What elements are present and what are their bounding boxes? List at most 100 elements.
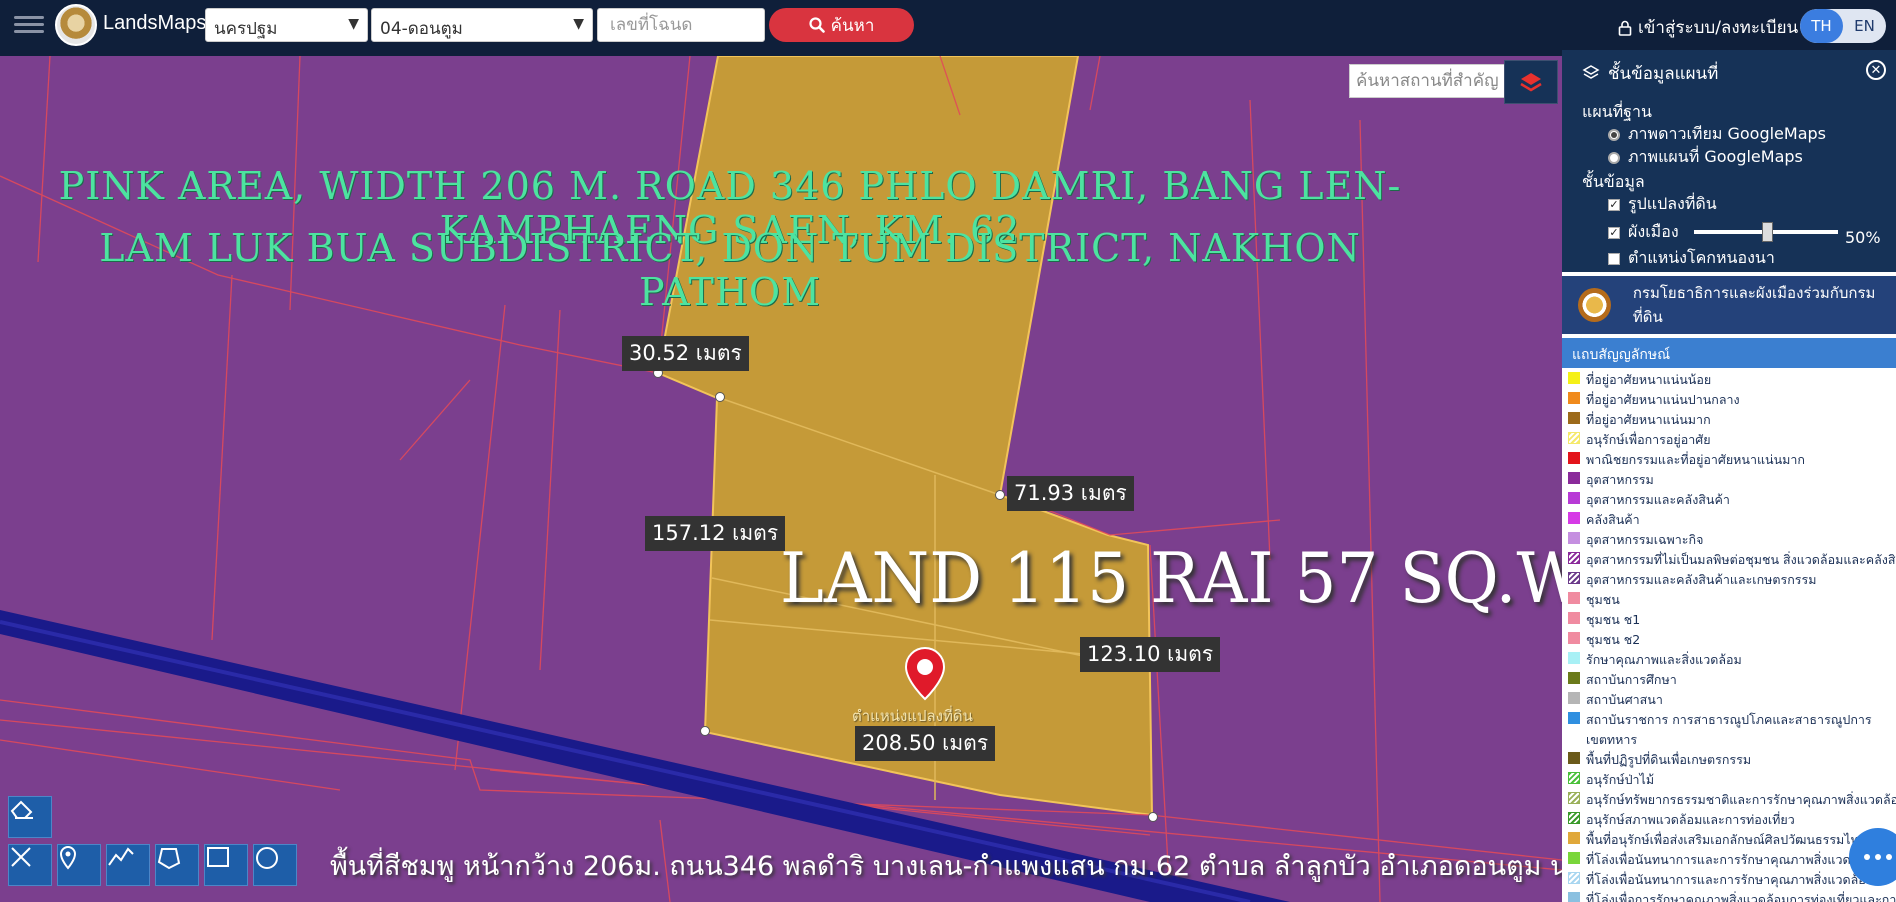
deed-number-input[interactable] [597,8,765,42]
chevron-down-icon: ▼ [573,16,584,32]
land-area-caption: LAND 115 RAI 57 SQ.W. [780,538,1562,619]
legend-swatch [1568,652,1580,664]
department-name: กรมโยธาธิการและผังเมืองร่วมกับกรมที่ดิน [1632,284,1876,326]
legend-item: สถาบันการศึกษา [1562,670,1896,690]
legend-label: พื้นที่อนุรักษ์เพื่อส่งเสริมเอกลักษณ์ศิล… [1586,832,1867,847]
layer-landmark-label: ตำแหน่งโคกหนองนา [1628,248,1775,267]
map-marker-icon [59,845,77,870]
eraser-tool-button[interactable] [8,796,52,838]
search-button[interactable]: ค้นหา [769,8,914,42]
layer-parcel-label: รูปแปลงที่ดิน [1628,194,1717,213]
legend-swatch [1568,492,1580,504]
legend-item: อุตสาหกรรมเฉพาะกิจ [1562,530,1896,550]
radio-unselected[interactable] [1608,151,1620,164]
legend-item: อนุรักษ์สภาพแวดล้อมและการท่องเที่ยว [1562,810,1896,830]
legend-swatch [1568,632,1580,644]
measure-label: 30.52 เมตร [622,336,749,371]
pin-label: ตำแหน่งแปลงที่ดิน [852,707,973,725]
legend-item: ที่อยู่อาศัยหนาแน่นน้อย [1562,370,1896,390]
opacity-value: 50% [1845,228,1881,247]
province-value: นครปฐม [214,19,278,39]
legend-label: อุตสาหกรรม [1586,472,1654,487]
legend-label: ที่อยู่อาศัยหนาแน่นมาก [1586,412,1711,427]
layer-parcel-option[interactable]: ✓ รูปแปลงที่ดิน [1608,192,1717,217]
legend-swatch [1568,412,1580,424]
menu-icon[interactable] [14,12,44,38]
legend-label: สถาบันศาสนา [1586,692,1663,707]
legend-label: ที่โล่งเพื่อการรักษาคุณภาพสิ่งแวดล้อมการ… [1586,892,1896,902]
rectangle-tool-button[interactable] [204,844,248,886]
legend-swatch [1568,532,1580,544]
layer-toggle-button[interactable] [1504,60,1558,104]
polyline-tool-button[interactable] [106,844,150,886]
close-icon[interactable]: ✕ [1866,60,1886,80]
layer-cityplan-option[interactable]: ✓ ผังเมือง [1608,220,1679,245]
layers-icon [1520,73,1542,92]
circle-tool-button[interactable] [253,844,297,886]
opacity-slider-thumb[interactable] [1762,222,1773,242]
circle-icon [256,847,278,869]
district-select[interactable]: 04-ดอนตูม ▼ [371,8,593,42]
landsmaps-app: LandsMaps นครปฐม ▼ 04-ดอนตูม ▼ ค้นหา เข้… [0,0,1896,902]
legend-swatch [1568,792,1580,804]
map-canvas[interactable]: PINK AREA, WIDTH 206 M. ROAD 346 PHLO DA… [0,56,1562,902]
legend-label: ที่โล่งเพื่อนันทนาการและการรักษาคุณภาพสิ… [1586,872,1874,887]
place-search-input[interactable] [1349,64,1505,98]
legend-item: อุตสาหกรรมและคลังสินค้า [1562,490,1896,510]
legend-swatch [1568,872,1580,884]
basemap-map-option[interactable]: ภาพแผนที่ GoogleMaps [1608,145,1803,170]
district-value: 04-ดอนตูม [380,19,463,39]
top-bar: LandsMaps นครปฐม ▼ 04-ดอนตูม ▼ ค้นหา เข้… [0,0,1896,56]
legend-label: ชุมชน ช1 [1586,612,1641,627]
legend-label: ชุมชน ช2 [1586,632,1641,647]
legend-item: รักษาคุณภาพและสิ่งแวดล้อม [1562,650,1896,670]
legend-label: อนุรักษ์ป่าไม้ [1586,772,1655,787]
rectangle-icon [207,847,229,867]
marker-tool-button[interactable] [57,844,101,886]
login-link[interactable]: เข้าสู่ระบบ/ลงทะเบียน [1618,14,1798,41]
legend-swatch [1568,552,1580,564]
map-overlay-title-2: LAM LUK BUA SUBDISTRICT, DON TUM DISTRIC… [99,226,1361,314]
layer-landmark-option[interactable]: ตำแหน่งโคกหนองนา [1608,246,1775,271]
ruler-icon [11,847,31,867]
checkbox-unchecked[interactable] [1608,252,1620,265]
measure-tool-button[interactable] [8,844,52,886]
legend-swatch [1568,512,1580,524]
search-icon [809,17,825,33]
legend-swatch [1568,592,1580,604]
legend-label: อุตสาหกรรมและคลังสินค้า [1586,492,1730,507]
layer-panel-title: ชั้นข้อมูลแผนที่ [1608,63,1719,84]
legend-item: ที่โล่งเพื่อการรักษาคุณภาพสิ่งแวดล้อมการ… [1562,890,1896,902]
lang-th-button[interactable]: TH [1800,9,1843,43]
more-icon [1864,854,1892,860]
polyline-icon [108,847,134,866]
measure-label: 71.93 เมตร [1007,476,1134,511]
legend-item: อนุรักษ์ป่าไม้ [1562,770,1896,790]
province-select[interactable]: นครปฐม ▼ [205,8,368,42]
polygon-tool-button[interactable] [155,844,199,886]
legend-item: ชุมชน [1562,590,1896,610]
search-button-label: ค้นหา [830,15,875,36]
legend-item: อุตสาหกรรม [1562,470,1896,490]
legend-swatch [1568,852,1580,864]
legend-swatch [1568,612,1580,624]
layer-panel-header: ชั้นข้อมูลแผนที่ ✕ [1562,50,1896,96]
legend-list: ที่อยู่อาศัยหนาแน่นน้อย ที่อยู่อาศัยหนาแน… [1562,370,1896,902]
legend-swatch [1568,752,1580,764]
checkbox-checked[interactable]: ✓ [1608,198,1620,211]
lang-en-button[interactable]: EN [1843,9,1886,43]
bottom-caption: พื้นที่สีชมพู หน้ากว้าง 206ม. ถนน346 พลด… [330,851,1562,882]
legend-item: ที่อยู่อาศัยหนาแน่นปานกลาง [1562,390,1896,410]
legend-label: ชุมชน [1586,592,1620,607]
legend-item: สถาบันศาสนา [1562,690,1896,710]
legend-swatch [1568,892,1580,902]
basemap-satellite-option[interactable]: ภาพดาวเทียม GoogleMaps [1608,122,1826,147]
legend-swatch [1568,472,1580,484]
legend-item: คลังสินค้า [1562,510,1896,530]
app-title: LandsMaps [103,12,207,34]
radio-selected[interactable] [1608,128,1620,141]
checkbox-checked[interactable]: ✓ [1608,226,1620,239]
legend-item: อุตสาหกรรมและคลังสินค้าและเกษตรกรรม [1562,570,1896,590]
legend-item: พื้นที่อนุรักษ์เพื่อส่งเสริมเอกลักษณ์ศิล… [1562,830,1896,850]
polygon-icon [157,848,181,870]
